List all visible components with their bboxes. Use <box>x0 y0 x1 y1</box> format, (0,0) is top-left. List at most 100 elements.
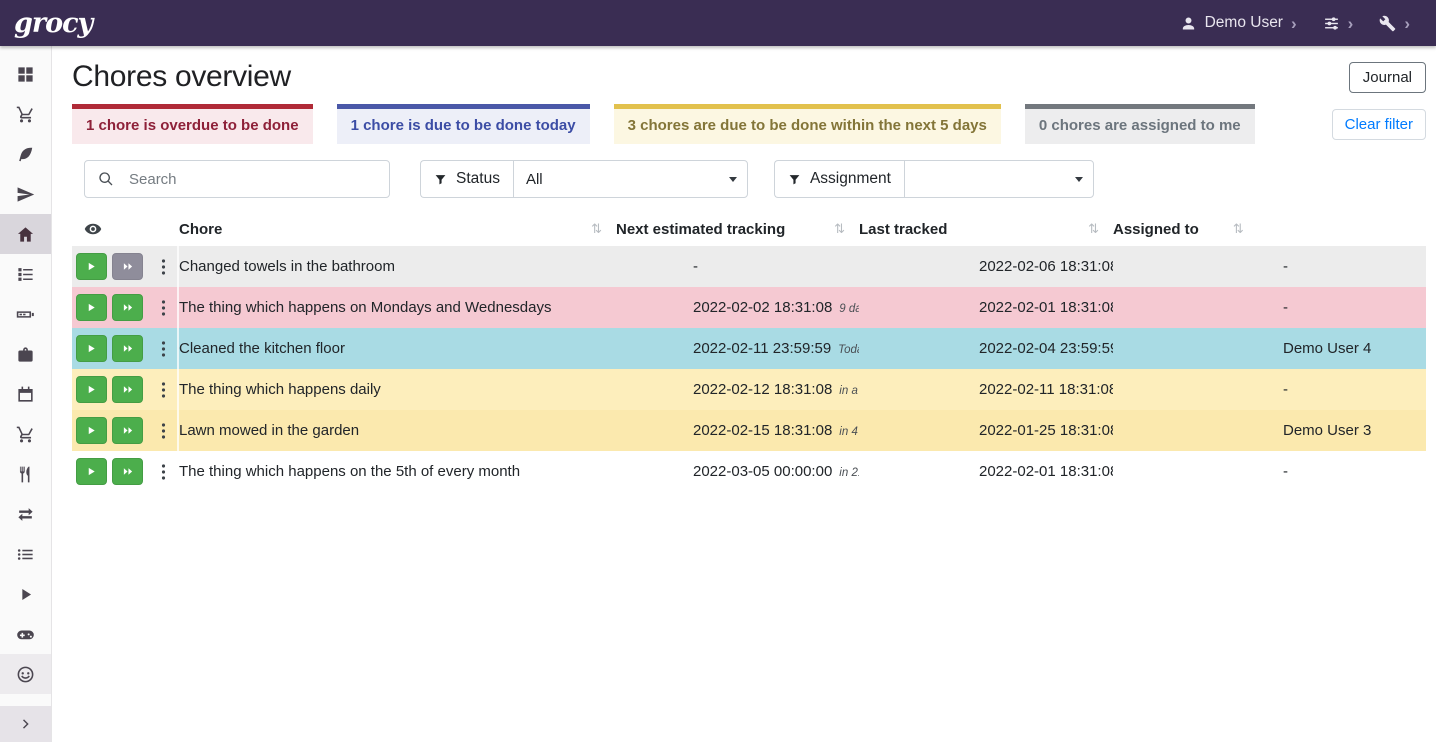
status-filter: Status All <box>420 160 748 198</box>
chore-name: Lawn mowed in the garden <box>179 422 359 439</box>
funnel-icon <box>434 173 447 186</box>
column-header-chore[interactable]: Chore ⇅ <box>179 221 616 238</box>
next-tracking-humanized: 9 days ago <box>839 303 859 315</box>
sidebar-item-chores[interactable] <box>0 214 51 254</box>
assignment-filter-select[interactable] <box>904 160 1094 198</box>
sidebar-item-chore-tracking[interactable] <box>0 574 51 614</box>
battery-icon <box>16 305 35 324</box>
next-tracking-datetime: 2022-02-02 18:31:08 <box>693 299 832 316</box>
banner-overdue-text: 1 chore is overdue to be done <box>86 117 299 134</box>
track-execution-button[interactable] <box>76 376 107 403</box>
skip-execution-button[interactable] <box>112 458 143 485</box>
assigned-user: Demo User 3 <box>1283 422 1371 439</box>
clear-filter-button[interactable]: Clear filter <box>1332 109 1426 140</box>
column-visibility-button[interactable] <box>72 220 179 238</box>
sort-icon: ⇅ <box>1088 221 1113 237</box>
sidebar-item-transfer[interactable] <box>0 494 51 534</box>
skip-execution-button[interactable] <box>112 417 143 444</box>
sidebar-item-inventory[interactable] <box>0 534 51 574</box>
column-header-last-tracked[interactable]: Last tracked ⇅ <box>859 221 1113 238</box>
user-icon <box>1180 15 1197 32</box>
next-tracking-humanized: Today <box>838 344 859 356</box>
sidebar-item-recipes[interactable] <box>0 134 51 174</box>
smiley-icon <box>16 665 35 684</box>
bullet-list-icon <box>16 545 35 564</box>
track-execution-button[interactable] <box>76 335 107 362</box>
sidebar-item-calendar[interactable] <box>0 374 51 414</box>
column-header-assigned-to[interactable]: Assigned to ⇅ <box>1113 221 1426 238</box>
table-row: Changed towels in the bathroom - 2022-02… <box>72 246 1426 287</box>
row-menu-button[interactable] <box>153 253 173 280</box>
top-navbar: grocy Demo User › › › <box>0 0 1436 46</box>
chevron-right-icon: › <box>1291 15 1297 32</box>
track-execution-button[interactable] <box>76 253 107 280</box>
chores-table: Chore ⇅ Next estimated tracking ⇅ Last t… <box>72 212 1426 492</box>
row-menu-button[interactable] <box>153 335 173 362</box>
assigned-user: - <box>1283 381 1288 398</box>
sort-icon: ⇅ <box>591 221 616 237</box>
chevron-right-icon: › <box>1348 15 1354 32</box>
banner-due-today[interactable]: 1 chore is due to be done today <box>337 104 590 144</box>
track-execution-button[interactable] <box>76 294 107 321</box>
sidebar-expand-button[interactable] <box>0 706 51 742</box>
banner-overdue[interactable]: 1 chore is overdue to be done <box>72 104 313 144</box>
grid-icon <box>16 65 35 84</box>
summary-banners: 1 chore is overdue to be done 1 chore is… <box>72 104 1426 144</box>
track-execution-button[interactable] <box>76 417 107 444</box>
status-filter-select[interactable]: All <box>513 160 748 198</box>
skip-execution-button[interactable] <box>112 294 143 321</box>
status-filter-value: All <box>526 171 543 188</box>
sidebar-item-shopping-list[interactable] <box>0 94 51 134</box>
chevron-right-icon: › <box>1404 15 1410 32</box>
user-menu-label: Demo User <box>1205 14 1283 32</box>
sidebar-item-userentities[interactable] <box>0 654 51 694</box>
assignment-filter-label: Assignment <box>774 160 904 198</box>
track-execution-button[interactable] <box>76 458 107 485</box>
shopping-cart-icon <box>16 105 35 124</box>
assigned-user: - <box>1283 299 1288 316</box>
column-header-next-tracking[interactable]: Next estimated tracking ⇅ <box>616 221 859 238</box>
assigned-user: - <box>1283 258 1288 275</box>
journal-button[interactable]: Journal <box>1349 62 1426 93</box>
sidebar-item-tasks[interactable] <box>0 254 51 294</box>
sidebar <box>0 46 52 742</box>
row-menu-button[interactable] <box>153 376 173 403</box>
gamepad-icon <box>16 625 35 644</box>
chore-name: The thing which happens daily <box>179 381 381 398</box>
sidebar-item-equipment[interactable] <box>0 334 51 374</box>
main-content: Chores overview Journal 1 chore is overd… <box>52 46 1436 742</box>
next-tracking-humanized: in a day <box>839 385 859 397</box>
assigned-user: Demo User 4 <box>1283 340 1371 357</box>
sidebar-item-consume[interactable] <box>0 454 51 494</box>
status-filter-label: Status <box>420 160 513 198</box>
admin-menu[interactable]: › <box>1379 15 1410 32</box>
chore-name: The thing which happens on Mondays and W… <box>179 299 551 316</box>
row-menu-button[interactable] <box>153 294 173 321</box>
settings-menu[interactable]: › <box>1323 15 1354 32</box>
next-tracking-datetime: 2022-03-05 00:00:00 <box>693 463 832 480</box>
sidebar-item-stock[interactable] <box>0 54 51 94</box>
table-row: The thing which happens daily 2022-02-12… <box>72 369 1426 410</box>
row-menu-button[interactable] <box>153 417 173 444</box>
search-input[interactable] <box>127 170 389 189</box>
filter-bar: Status All Assignment <box>84 160 1426 198</box>
wrench-icon <box>1379 15 1396 32</box>
sliders-icon <box>1323 15 1340 32</box>
banner-due-today-text: 1 chore is due to be done today <box>351 117 576 134</box>
banner-assigned-to-me[interactable]: 0 chores are assigned to me <box>1025 104 1255 144</box>
skip-execution-button[interactable] <box>112 253 143 280</box>
sidebar-item-batteries[interactable] <box>0 294 51 334</box>
utensils-icon <box>16 465 35 484</box>
user-menu[interactable]: Demo User › <box>1180 14 1297 32</box>
skip-execution-button[interactable] <box>112 376 143 403</box>
row-menu-button[interactable] <box>153 458 173 485</box>
chevron-right-icon <box>18 716 34 732</box>
sidebar-item-purchase[interactable] <box>0 414 51 454</box>
search-box <box>84 160 390 198</box>
brand-logo[interactable]: grocy <box>14 10 92 37</box>
banner-due-soon[interactable]: 3 chores are due to be done within the n… <box>614 104 1001 144</box>
task-list-icon <box>16 265 35 284</box>
skip-execution-button[interactable] <box>112 335 143 362</box>
sidebar-item-meal-plan[interactable] <box>0 174 51 214</box>
sidebar-item-games[interactable] <box>0 614 51 654</box>
